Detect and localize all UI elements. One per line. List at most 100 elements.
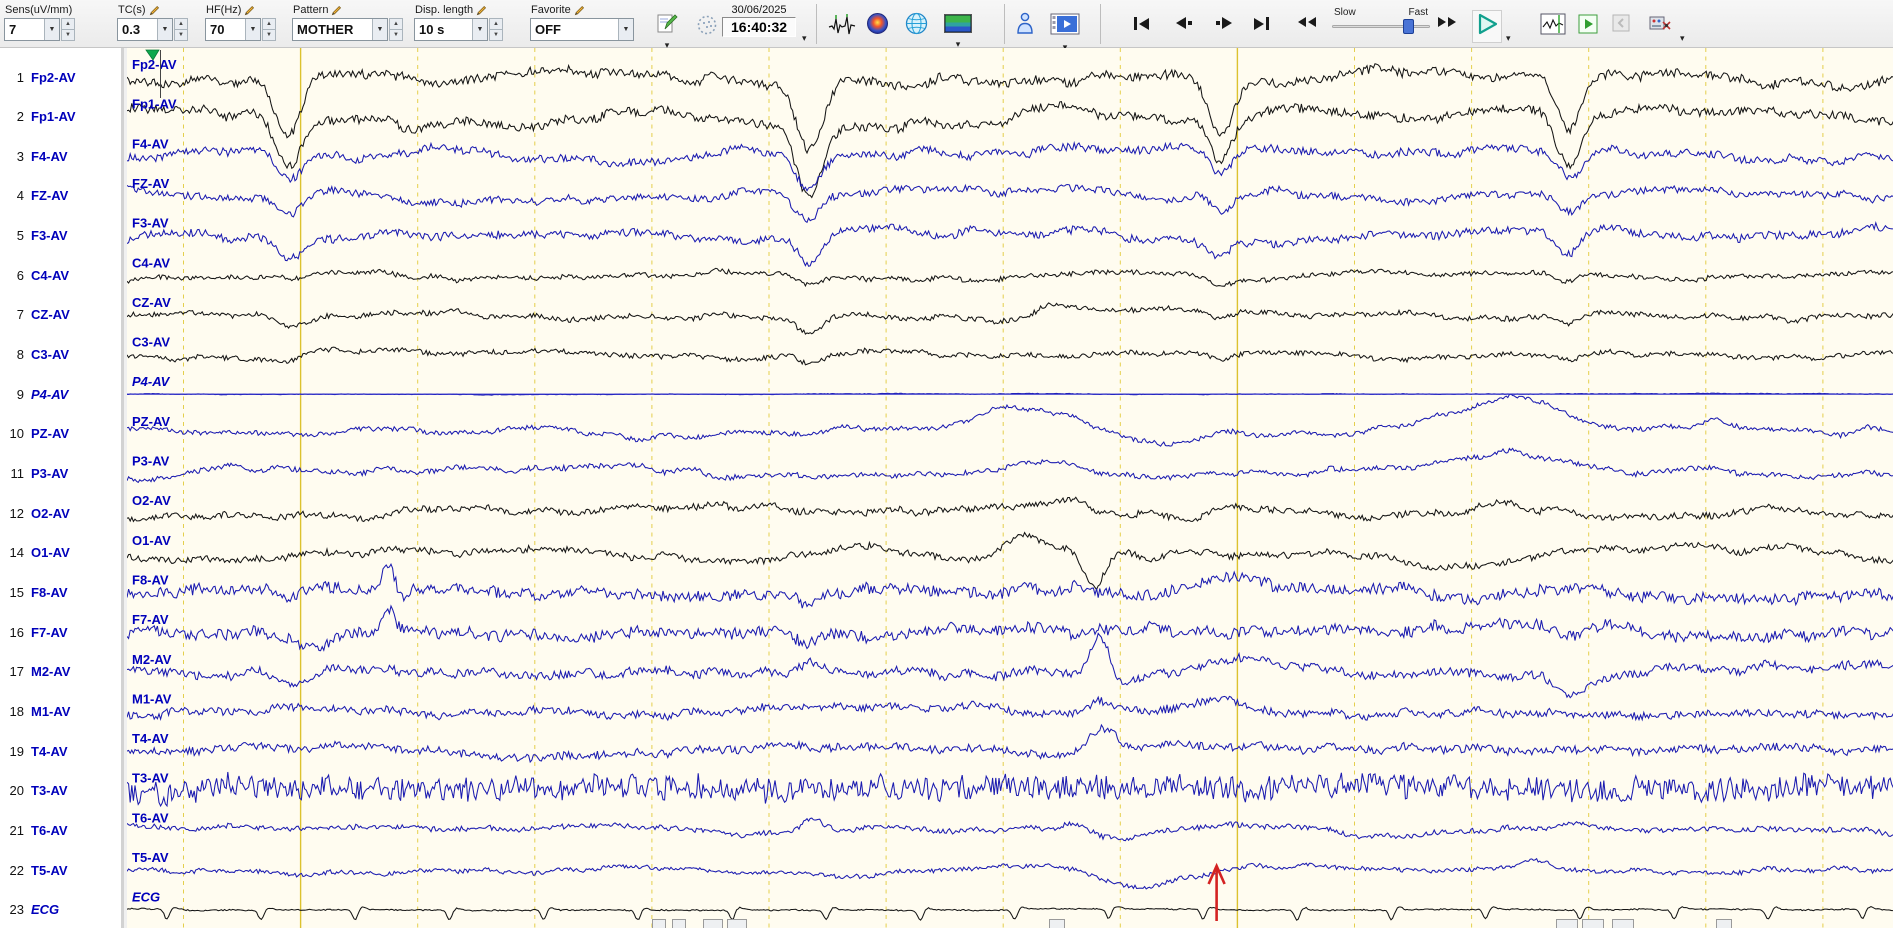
- play-button[interactable]: [1472, 10, 1502, 43]
- channel-row-F7-AV[interactable]: 16 F7-AV: [0, 623, 121, 641]
- bottom-bar-partial-widget[interactable]: [727, 919, 747, 928]
- edit-pen-icon[interactable]: [574, 5, 585, 16]
- value-spinner[interactable]: ▲ ▼: [61, 18, 75, 41]
- spinner-up[interactable]: ▲: [174, 18, 188, 30]
- spinner-up[interactable]: ▲: [489, 18, 503, 30]
- dotted-globe-button[interactable]: [696, 14, 718, 41]
- channel-row-T5-AV[interactable]: 22 T5-AV: [0, 861, 121, 879]
- channel-row-M1-AV[interactable]: 18 M1-AV: [0, 702, 121, 720]
- channel-row-C4-AV[interactable]: 6 C4-AV: [0, 266, 121, 284]
- edit-pen-icon[interactable]: [476, 5, 487, 16]
- green-play-icon: [1578, 14, 1598, 38]
- channel-row-ECG[interactable]: 23 ECG: [0, 901, 121, 919]
- video-button[interactable]: ▾: [1050, 12, 1080, 52]
- combobox[interactable]: 0.3 ▼: [117, 18, 173, 41]
- skip-to-end-button[interactable]: [1254, 17, 1269, 30]
- channel-row-O2-AV[interactable]: 12 O2-AV: [0, 504, 121, 522]
- bottom-bar-partial-widget[interactable]: [1582, 919, 1604, 928]
- start-review-button[interactable]: [1578, 14, 1598, 39]
- spinner-down[interactable]: ▼: [489, 30, 503, 41]
- brain-map-icon: [866, 13, 889, 39]
- channel-row-PZ-AV[interactable]: 10 PZ-AV: [0, 425, 121, 443]
- channel-row-Fp2-AV[interactable]: 1 Fp2-AV: [0, 68, 121, 86]
- left-triangle-glyph: [1139, 17, 1149, 30]
- toolbar-separator: [816, 4, 817, 44]
- speed-slider[interactable]: Slow Fast: [1332, 7, 1430, 34]
- combobox[interactable]: 70 ▼: [205, 18, 261, 41]
- field-tc: TC(s) 0.3 ▼ ▲ ▼: [117, 2, 188, 41]
- eeg-trace-T6-AV: [127, 817, 1893, 842]
- edit-pen-icon[interactable]: [244, 5, 255, 16]
- combobox[interactable]: OFF ▼: [530, 18, 634, 41]
- spinner-down[interactable]: ▼: [262, 30, 276, 41]
- bottom-bar-partial-widget[interactable]: [652, 919, 666, 928]
- inline-channel-label: T4-AV: [132, 731, 169, 746]
- brain-map-button[interactable]: [866, 12, 889, 40]
- channel-row-T6-AV[interactable]: 21 T6-AV: [0, 821, 121, 839]
- spinner-up[interactable]: ▲: [389, 18, 403, 30]
- bottom-bar-partial-widget[interactable]: [1049, 919, 1065, 928]
- fast-forward-button[interactable]: [1438, 17, 1456, 27]
- step-backward-button[interactable]: [1176, 17, 1192, 29]
- spinner-down[interactable]: ▼: [174, 30, 188, 41]
- channel-row-P4-AV[interactable]: 9 P4-AV: [0, 385, 121, 403]
- edit-pen-icon[interactable]: [149, 5, 160, 16]
- value-spinner[interactable]: ▲ ▼: [489, 18, 503, 41]
- combobox[interactable]: MOTHER ▼: [292, 18, 388, 41]
- trend-view-button[interactable]: [1540, 13, 1566, 40]
- spinner-down[interactable]: ▼: [389, 30, 403, 41]
- combobox[interactable]: 7 ▼: [4, 18, 60, 41]
- dropdown-caret[interactable]: ▾: [956, 40, 961, 49]
- spinner-up[interactable]: ▲: [61, 18, 75, 30]
- inline-channel-label: C4-AV: [132, 255, 170, 270]
- channel-row-F3-AV[interactable]: 5 F3-AV: [0, 227, 121, 245]
- combobox[interactable]: 10 s ▼: [414, 18, 488, 41]
- edit-pen-icon[interactable]: [331, 5, 342, 16]
- value-spinner[interactable]: ▲ ▼: [262, 18, 276, 41]
- globe-button[interactable]: [905, 12, 928, 40]
- combobox-dropdown-arrow[interactable]: ▼: [472, 19, 487, 40]
- slider-fast-label: Fast: [1408, 7, 1428, 18]
- combobox-dropdown-arrow[interactable]: ▼: [372, 19, 387, 40]
- bottom-bar-partial-widget[interactable]: [1716, 919, 1732, 928]
- channel-row-M2-AV[interactable]: 17 M2-AV: [0, 663, 121, 681]
- eeg-trace-C3-AV: [127, 346, 1893, 366]
- value-spinner[interactable]: ▲ ▼: [389, 18, 403, 41]
- channel-row-O1-AV[interactable]: 14 O1-AV: [0, 544, 121, 562]
- annotation-pen-button[interactable]: ▾: [656, 12, 678, 50]
- channel-row-P3-AV[interactable]: 11 P3-AV: [0, 465, 121, 483]
- spinner-up[interactable]: ▲: [262, 18, 276, 30]
- slider-handle[interactable]: [1402, 19, 1414, 34]
- skip-to-start-button[interactable]: [1134, 17, 1149, 30]
- channel-row-Fp1-AV[interactable]: 2 Fp1-AV: [0, 108, 121, 126]
- bottom-bar-partial-widget[interactable]: [672, 919, 686, 928]
- combobox-dropdown-arrow[interactable]: ▼: [44, 19, 59, 40]
- channel-row-F8-AV[interactable]: 15 F8-AV: [0, 583, 121, 601]
- channel-row-T4-AV[interactable]: 19 T4-AV: [0, 742, 121, 760]
- channel-row-F4-AV[interactable]: 3 F4-AV: [0, 147, 121, 165]
- channel-row-T3-AV[interactable]: 20 T3-AV: [0, 782, 121, 800]
- colormap-button[interactable]: ▾: [944, 14, 972, 49]
- channel-row-CZ-AV[interactable]: 7 CZ-AV: [0, 306, 121, 324]
- combobox-dropdown-arrow[interactable]: ▼: [245, 19, 260, 40]
- rewind-button[interactable]: [1298, 17, 1316, 27]
- montage-tool-button[interactable]: [1648, 13, 1674, 42]
- combobox-dropdown-arrow[interactable]: ▼: [157, 19, 172, 40]
- bottom-bar-partial-widget[interactable]: [1556, 919, 1578, 928]
- tool-dropdown-caret[interactable]: ▾: [1680, 33, 1685, 44]
- eeg-events-button[interactable]: [828, 13, 856, 42]
- slider-track[interactable]: [1332, 19, 1430, 34]
- patient-info-button[interactable]: [1016, 11, 1034, 40]
- channel-row-FZ-AV[interactable]: 4 FZ-AV: [0, 187, 121, 205]
- spinner-down[interactable]: ▼: [61, 30, 75, 41]
- combobox-dropdown-arrow[interactable]: ▼: [618, 19, 633, 40]
- value-spinner[interactable]: ▲ ▼: [174, 18, 188, 41]
- bottom-bar-partial-widget[interactable]: [703, 919, 723, 928]
- channel-row-C3-AV[interactable]: 8 C3-AV: [0, 346, 121, 364]
- step-forward-button[interactable]: [1216, 17, 1232, 29]
- play-dropdown-caret[interactable]: ▾: [1506, 33, 1511, 44]
- eeg-plot-area[interactable]: Fp2-AV Fp1-AV F4-AV FZ-AV F3-AV C4-AV CZ-AV C3-…: [127, 48, 1893, 928]
- channel-label: ECG: [31, 902, 60, 918]
- bottom-bar-partial-widget[interactable]: [1612, 919, 1634, 928]
- time-dropdown-caret[interactable]: ▾: [802, 33, 807, 44]
